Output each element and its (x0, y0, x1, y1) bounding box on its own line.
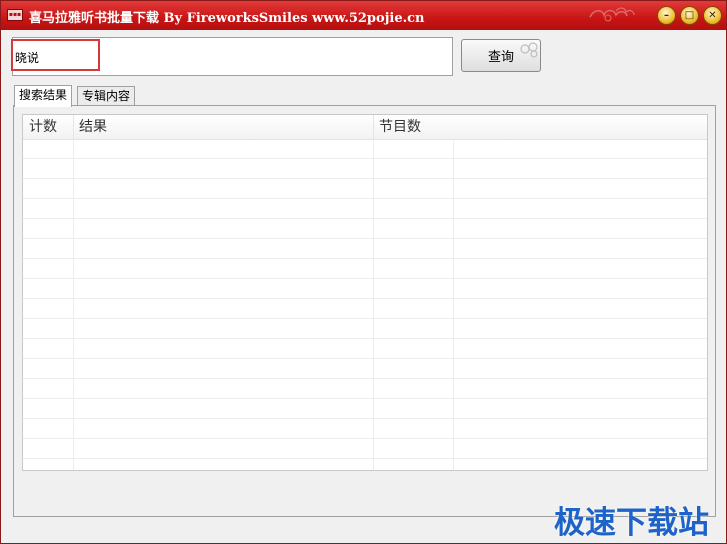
cloud-ornament-icon (589, 7, 635, 22)
title-bar[interactable]: ▪▪▪ 喜马拉雅听书批量下载 By FireworksSmiles www.52… (1, 1, 726, 30)
empty-row (23, 379, 707, 399)
search-input[interactable] (15, 49, 95, 65)
window-title: 喜马拉雅听书批量下载 By FireworksSmiles www.52poji… (29, 11, 425, 26)
minimize-icon: – (664, 9, 669, 21)
empty-row (23, 339, 707, 359)
cloud-decoration-icon (520, 42, 538, 58)
minimize-button[interactable]: – (657, 6, 676, 25)
column-separator[interactable] (73, 115, 74, 139)
empty-row (23, 419, 707, 439)
results-header: 计数 结果 节目数 (23, 115, 707, 140)
empty-row (23, 219, 707, 239)
results-table[interactable]: 计数 结果 节目数 (22, 114, 708, 471)
grid-line (73, 139, 74, 470)
empty-row (23, 239, 707, 259)
tab-album-content[interactable]: 专辑内容 (77, 86, 136, 106)
column-header-count[interactable]: 计数 (29, 115, 57, 139)
watermark-logo: 极速下载站 (554, 505, 709, 541)
column-separator[interactable] (373, 115, 374, 139)
empty-row (23, 159, 707, 179)
empty-row (23, 399, 707, 419)
close-button[interactable]: ✕ (703, 6, 722, 25)
column-header-result[interactable]: 结果 (79, 115, 107, 139)
tab-search-results[interactable]: 搜索结果 (14, 85, 73, 107)
empty-row (23, 299, 707, 319)
grid-line (453, 139, 454, 470)
empty-row (23, 259, 707, 279)
empty-row (23, 459, 707, 470)
empty-row (23, 359, 707, 379)
app-icon: ▪▪▪ (7, 9, 23, 21)
column-header-episodes[interactable]: 节目数 (379, 115, 421, 139)
empty-row (23, 319, 707, 339)
app-window: ▪▪▪ 喜马拉雅听书批量下载 By FireworksSmiles www.52… (0, 0, 727, 544)
empty-row (23, 439, 707, 459)
empty-row (23, 279, 707, 299)
empty-row (23, 179, 707, 199)
empty-row (23, 139, 707, 159)
maximize-button[interactable]: □ (680, 6, 699, 25)
close-icon: ✕ (708, 9, 717, 21)
grid-line (373, 139, 374, 470)
maximize-icon: □ (684, 9, 695, 21)
empty-row (23, 199, 707, 219)
